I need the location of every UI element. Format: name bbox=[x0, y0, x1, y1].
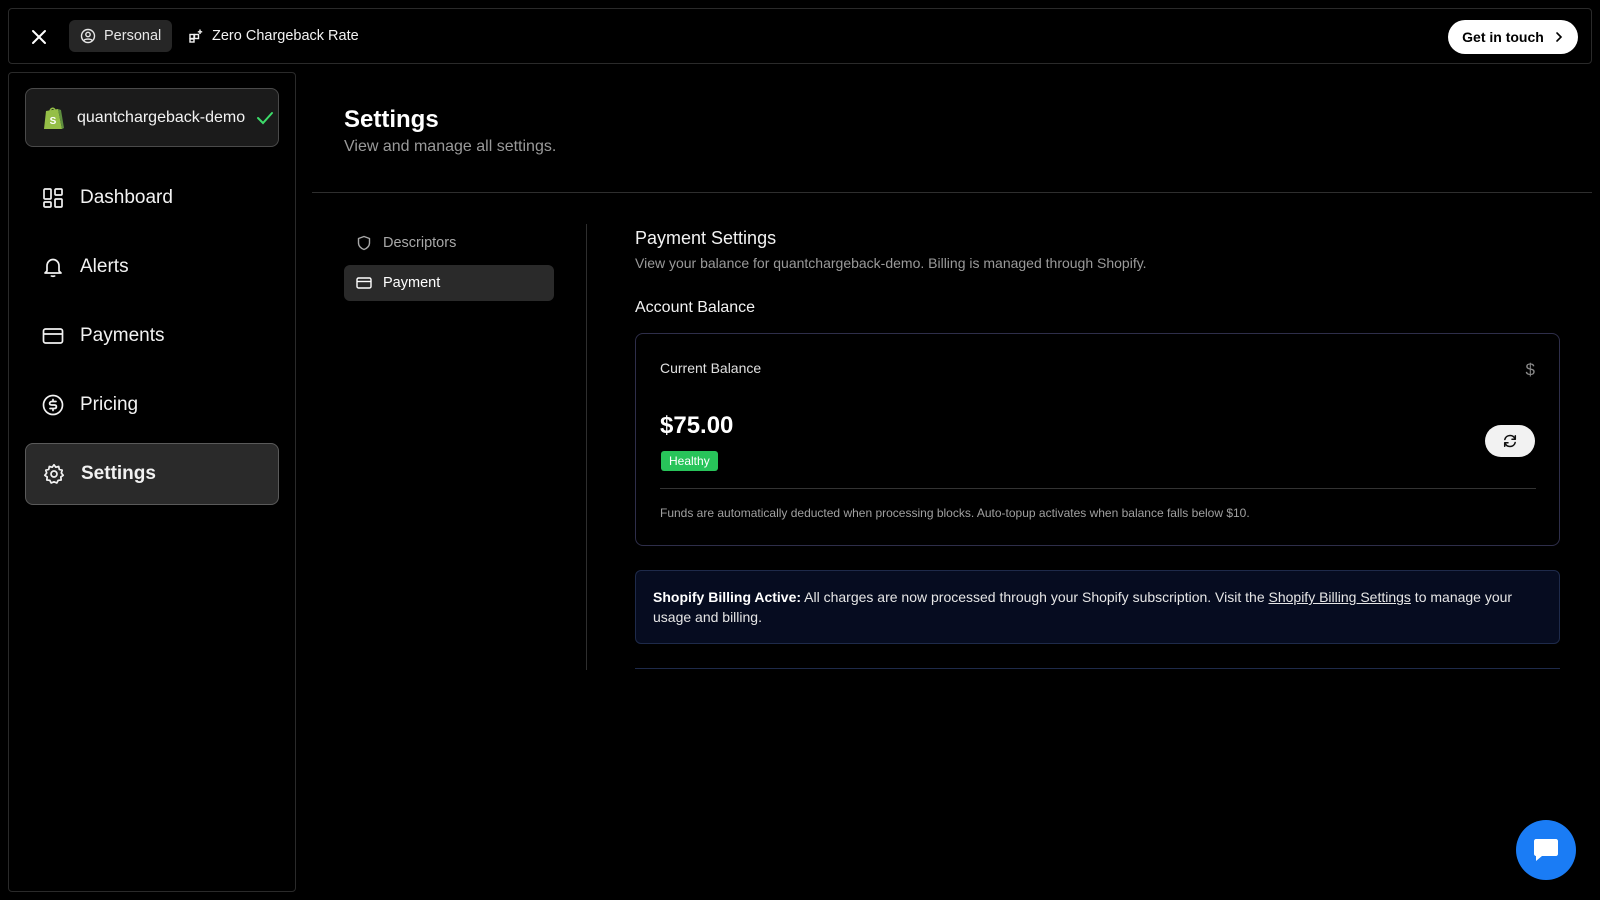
page-title: Settings bbox=[344, 106, 439, 133]
sidebar-item-label: Alerts bbox=[80, 256, 129, 277]
notice-bold: Shopify Billing Active: bbox=[653, 589, 802, 605]
card-divider bbox=[660, 488, 1536, 489]
status-badge: Healthy bbox=[661, 451, 718, 471]
shopify-billing-notice: Shopify Billing Active: All charges are … bbox=[635, 570, 1560, 644]
sidebar-item-payments[interactable]: Payments bbox=[25, 305, 279, 367]
refresh-icon bbox=[1502, 433, 1518, 449]
top-bar: Personal Zero Chargeback Rate Get in tou… bbox=[8, 8, 1592, 64]
sidebar-item-pricing[interactable]: Pricing bbox=[25, 374, 279, 436]
subnav-item-label: Payment bbox=[383, 275, 441, 291]
subnav-item-descriptors[interactable]: Descriptors bbox=[344, 225, 554, 261]
check-icon bbox=[256, 111, 274, 125]
balance-card: Current Balance $ $75.00 Healthy Funds a… bbox=[635, 333, 1560, 546]
subnav-item-payment[interactable]: Payment bbox=[344, 265, 554, 301]
dollar-icon: $ bbox=[1525, 360, 1535, 379]
shopify-logo-icon: S bbox=[42, 105, 66, 131]
user-circle-icon bbox=[80, 28, 96, 44]
tab-label: Personal bbox=[104, 28, 162, 44]
payment-settings-subtitle: View your balance for quantchargeback-de… bbox=[635, 255, 1147, 271]
sidebar-item-label: Payments bbox=[80, 325, 165, 346]
sidebar-item-dashboard[interactable]: Dashboard bbox=[25, 167, 279, 229]
subnav-item-label: Descriptors bbox=[383, 235, 457, 251]
dollar-circle-icon bbox=[42, 394, 64, 416]
shopify-billing-settings-link[interactable]: Shopify Billing Settings bbox=[1269, 589, 1411, 605]
notice-text-before: All charges are now processed through yo… bbox=[801, 589, 1269, 605]
refresh-button[interactable] bbox=[1485, 425, 1535, 457]
page-subtitle: View and manage all settings. bbox=[344, 138, 557, 155]
payment-settings-title: Payment Settings bbox=[635, 228, 777, 248]
chat-bubble-icon bbox=[1531, 836, 1561, 864]
sidebar: S quantchargeback-demo Dashboard Alerts … bbox=[8, 72, 296, 892]
shield-icon bbox=[356, 235, 372, 251]
credit-card-icon bbox=[356, 275, 372, 291]
bell-icon bbox=[42, 256, 64, 278]
store-name: quantchargeback-demo bbox=[77, 108, 246, 126]
store-selector[interactable]: S quantchargeback-demo bbox=[25, 88, 279, 147]
sidebar-item-label: Pricing bbox=[80, 394, 139, 415]
close-icon[interactable] bbox=[27, 25, 51, 49]
vertical-divider bbox=[586, 224, 587, 670]
divider bbox=[312, 192, 1592, 193]
tab-label: Zero Chargeback Rate bbox=[212, 28, 359, 44]
apps-add-icon bbox=[188, 28, 204, 44]
account-balance-title: Account Balance bbox=[635, 299, 756, 316]
sidebar-item-label: Settings bbox=[81, 463, 156, 484]
current-balance-label: Current Balance bbox=[660, 360, 762, 376]
tab-zero-chargeback-rate[interactable]: Zero Chargeback Rate bbox=[177, 20, 370, 52]
balance-note: Funds are automatically deducted when pr… bbox=[660, 506, 1250, 520]
tab-personal[interactable]: Personal bbox=[69, 20, 173, 52]
svg-text:S: S bbox=[50, 116, 57, 127]
credit-card-icon bbox=[42, 325, 64, 347]
get-in-touch-button[interactable]: Get in touch bbox=[1448, 20, 1578, 54]
divider-bottom bbox=[635, 668, 1560, 669]
gear-icon bbox=[43, 463, 65, 485]
balance-amount: $75.00 bbox=[660, 412, 734, 439]
chevron-right-icon bbox=[1554, 31, 1564, 43]
chat-button[interactable] bbox=[1516, 820, 1576, 880]
sidebar-item-settings[interactable]: Settings bbox=[25, 443, 279, 505]
dashboard-icon bbox=[42, 187, 64, 209]
sidebar-item-label: Dashboard bbox=[80, 187, 173, 208]
sidebar-item-alerts[interactable]: Alerts bbox=[25, 236, 279, 298]
get-in-touch-label: Get in touch bbox=[1462, 29, 1544, 45]
